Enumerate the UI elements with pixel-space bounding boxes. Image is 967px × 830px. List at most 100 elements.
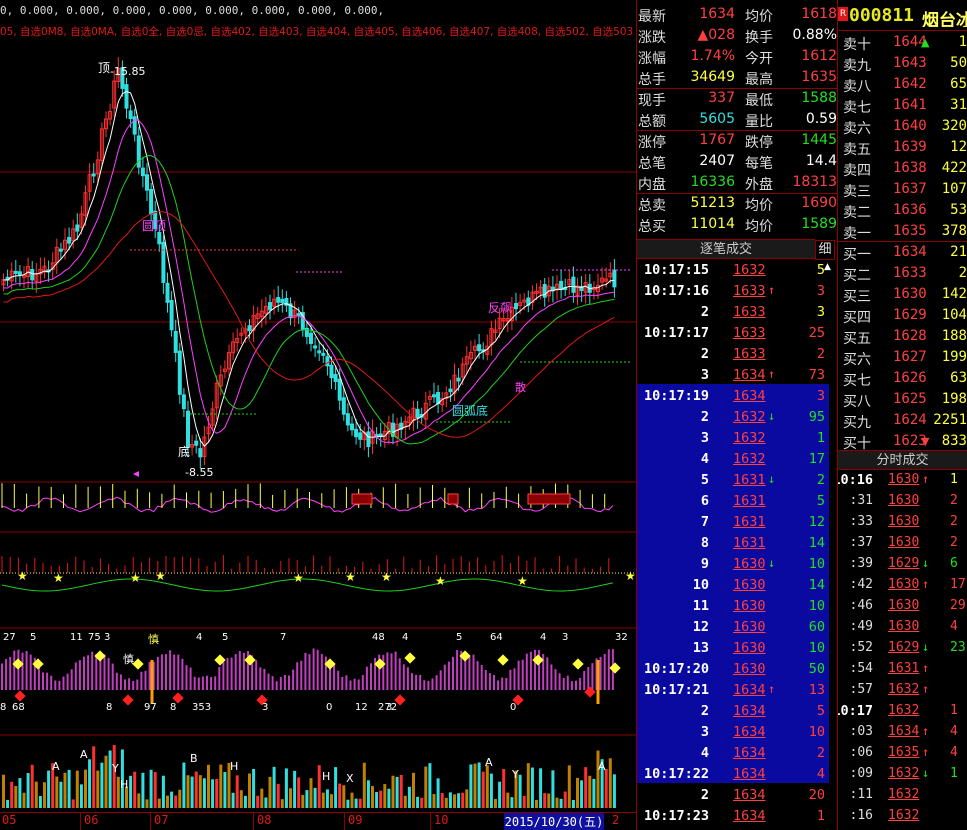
- minute-trade-row[interactable]: :03 1634 ↑ 4: [838, 722, 967, 743]
- tick-row[interactable]: 6 1631 5: [637, 491, 837, 512]
- quote-divider: [637, 193, 837, 194]
- volume-bar: [55, 776, 59, 808]
- tick-row[interactable]: 10:17:19 1634 3: [637, 386, 837, 407]
- minute-trade-row[interactable]: :42 1630 ↑ 17: [838, 575, 967, 596]
- candle-body: [317, 350, 322, 354]
- detail-button[interactable]: 细: [815, 240, 835, 260]
- minute-trade-row[interactable]: :37 1630 2: [838, 533, 967, 554]
- minute-trade-row[interactable]: :52 1629 ↓ 23: [838, 638, 967, 659]
- order-book-row[interactable]: 买十 1623 ▼ 833: [838, 432, 967, 452]
- order-book-row[interactable]: 买四 1629 104: [838, 306, 967, 327]
- tick-row[interactable]: 3 1634 10: [637, 722, 837, 743]
- volume-bar: [469, 764, 473, 808]
- order-book-row[interactable]: 买三 1630 142: [838, 285, 967, 306]
- order-book-row[interactable]: 卖二 1636 53: [838, 201, 967, 222]
- scroll-up-icon[interactable]: ▲: [824, 262, 834, 272]
- minute-trade-row[interactable]: 10:17 1632 1: [838, 701, 967, 722]
- tick-row[interactable]: 10:17:21 1634 ↑ 13: [637, 680, 837, 701]
- tick-volume: 10: [808, 556, 825, 572]
- tick-row[interactable]: 10:17:23 1634 1: [637, 806, 837, 827]
- minute-trade-row[interactable]: :57 1632 ↑: [838, 680, 967, 701]
- minute-trade-row[interactable]: :31 1630 2: [838, 491, 967, 512]
- kline-chart-canvas[interactable]: 顶 -15.85圆顶底-8.55圆弧底反飙散★ ★ ★ ★ ★ ★ ★ ★ ★ ★27 5 11 75 3 4…: [0, 0, 636, 812]
- minute-volume: 17: [950, 577, 966, 592]
- order-book-row[interactable]: 卖十 1644 ▲ 1: [838, 33, 967, 54]
- order-book-row[interactable]: 卖七 1641 31: [838, 96, 967, 117]
- tick-price: 1632: [733, 430, 766, 446]
- tick-row[interactable]: 12 1630 60: [637, 617, 837, 638]
- minute-trade-row[interactable]: :33 1630 2: [838, 512, 967, 533]
- tick-row[interactable]: 3 1632 1: [637, 428, 837, 449]
- volume-bar: [84, 769, 87, 808]
- candle-body: [186, 410, 190, 448]
- minute-trades-list[interactable]: 10:161630↑1:3116302:3316302:3716302:3916…: [838, 470, 967, 830]
- tick-row[interactable]: 13 1630 10: [637, 638, 837, 659]
- order-book-row[interactable]: 卖九 1643 50: [838, 54, 967, 75]
- candle-body: [542, 284, 547, 298]
- tick-row[interactable]: 4 1632 17: [637, 449, 837, 470]
- order-book-row[interactable]: 卖五 1639 12: [838, 138, 967, 159]
- minute-trade-row[interactable]: :09 1632 ↓ 1: [838, 764, 967, 785]
- minute-trade-row[interactable]: :39 1629 ↓ 6: [838, 554, 967, 575]
- minute-up-arrow-icon: ↑: [922, 472, 930, 486]
- quote-value: 1690: [801, 195, 837, 211]
- volume-bar: [362, 762, 366, 808]
- tick-volume: 10: [808, 640, 825, 656]
- order-book: 卖十 1644 ▲ 1 卖九 1643 50 卖八 1642 65 卖七 1641 31 卖六 1640 32…: [838, 0, 967, 452]
- minute-trade-row[interactable]: 10:16 1630↑ 1: [838, 470, 967, 491]
- order-book-row[interactable]: 卖三 1637 107: [838, 180, 967, 201]
- tick-time: 10:17:16: [643, 283, 709, 299]
- quote-label: 内盘: [638, 177, 666, 193]
- order-book-row[interactable]: 卖八 1642 65: [838, 75, 967, 96]
- tick-row[interactable]: 10:17:20 1630 50: [637, 659, 837, 680]
- order-book-row[interactable]: 买九 1624 2251: [838, 411, 967, 432]
- minute-trade-row[interactable]: :06 1635 ↑ 4: [838, 743, 967, 764]
- minute-trade-row[interactable]: :46 1630 29: [838, 596, 967, 617]
- quote-label: 量比: [745, 114, 773, 130]
- order-book-row[interactable]: 卖六 1640 320: [838, 117, 967, 138]
- tick-row[interactable]: 2 1634 20: [637, 785, 837, 806]
- tick-row[interactable]: 10 1630 14: [637, 575, 837, 596]
- tick-row[interactable]: 10:17:15 1632 5: [637, 260, 837, 281]
- tick-row[interactable]: 2 1634 5: [637, 701, 837, 722]
- minute-trade-row[interactable]: :49 1630 4: [838, 617, 967, 638]
- tick-row[interactable]: 2 1633 2: [637, 344, 837, 365]
- tick-row[interactable]: 3 1634 ↑ 73: [637, 365, 837, 386]
- tick-row[interactable]: 11 1630 10: [637, 596, 837, 617]
- order-book-row[interactable]: 买八 1625 198: [838, 390, 967, 411]
- order-price: 1634: [893, 244, 927, 260]
- volume-bar: [358, 798, 362, 808]
- minute-trade-row[interactable]: :16 1632: [838, 806, 967, 827]
- order-book-row[interactable]: 买二 1633 2: [838, 264, 967, 285]
- tick-row[interactable]: 10:17:17 1633 25: [637, 323, 837, 344]
- quote-value: 1635: [801, 69, 837, 85]
- tick-row[interactable]: 2 1632 ↓ 95: [637, 407, 837, 428]
- minute-trade-row[interactable]: :11 1632: [838, 785, 967, 806]
- order-book-row[interactable]: 买六 1627 199: [838, 348, 967, 369]
- star-icon: ★: [130, 571, 141, 585]
- tick-row[interactable]: 5 1631 ↓ 2: [637, 470, 837, 491]
- candle-body: [432, 394, 436, 398]
- tick-row[interactable]: 8 1631 14: [637, 533, 837, 554]
- tick-row[interactable]: 10:17:22 1634 4: [637, 764, 837, 785]
- tick-row[interactable]: 2 1633 3: [637, 302, 837, 323]
- minute-trade-row[interactable]: :54 1631 ↑: [838, 659, 967, 680]
- kline-chart-panel[interactable]: 0, 0.000, 0.000, 0.000, 0.000, 0.000, 0.…: [0, 0, 636, 830]
- order-book-row[interactable]: 卖四 1638 422: [838, 159, 967, 180]
- tick-volume: 60: [808, 619, 825, 635]
- tick-row[interactable]: 9 1630 ↓ 10: [637, 554, 837, 575]
- volume-bar: [391, 775, 395, 808]
- order-book-row[interactable]: 买七 1626 63: [838, 369, 967, 390]
- oscillator-bottom-number: 0: [326, 702, 332, 713]
- tick-row[interactable]: 7 1631 12: [637, 512, 837, 533]
- tick-row[interactable]: 4 1634 2: [637, 743, 837, 764]
- order-book-row[interactable]: 买五 1628 188: [838, 327, 967, 348]
- volume-bar: [461, 792, 465, 808]
- order-book-row[interactable]: 买一 1634 21: [838, 243, 967, 264]
- tick-list[interactable]: 10:17:15 1632 5 10:17:16 1633 ↑ 3 2 1633 3 10:17:1…: [637, 260, 837, 830]
- volume-bar: [481, 771, 485, 808]
- quote-row: 总卖 51213 均价 1690: [637, 194, 837, 215]
- candle-body: [177, 350, 182, 395]
- tick-row[interactable]: 10:17:16 1633 ↑ 3: [637, 281, 837, 302]
- order-book-row[interactable]: 卖一 1635 378: [838, 222, 967, 243]
